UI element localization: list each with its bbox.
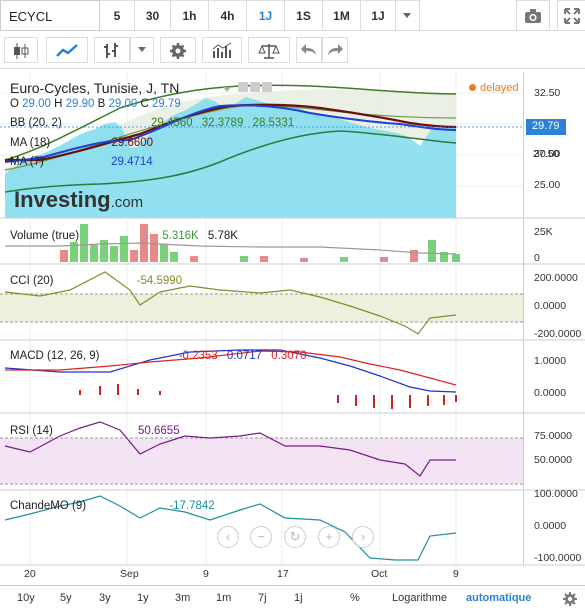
chandemo-label: ChandeMO (9) [10, 500, 87, 512]
rsi-band [0, 438, 523, 484]
rsi-legend[interactable]: RSI (14) 50.6655 [10, 425, 180, 437]
zoom-out-button[interactable]: − [250, 526, 272, 548]
close-value: 29.79 [152, 98, 181, 110]
volume-ma-value: 5.78K [207, 230, 238, 242]
range-7j[interactable]: 7j [258, 592, 267, 604]
volume-legend[interactable]: Volume (true) 5.316K 5.78K [10, 230, 238, 242]
range-1j[interactable]: 1j [294, 592, 303, 604]
chandemo-axis[interactable]: 100.0000 0.0000 -100.0000 [523, 488, 585, 565]
logo-text: Investing [14, 187, 111, 212]
volume-tick: 0 [534, 252, 540, 264]
x-axis-label: 17 [277, 568, 289, 580]
volume-value: 5.316K [162, 230, 199, 242]
price-tick: 27.50 [533, 148, 560, 160]
range-10y[interactable]: 10y [17, 592, 35, 604]
investing-logo: Investing.com [14, 187, 143, 213]
close-label: C [140, 98, 149, 110]
open-value: 29.00 [22, 98, 51, 110]
reset-button[interactable]: ↻ [284, 526, 306, 548]
x-axis-label: 20 [24, 568, 36, 580]
rsi-tick: 50.0000 [534, 454, 572, 466]
rsi-label: RSI (14) [10, 425, 53, 437]
chandemo-tick: 0.0000 [534, 520, 567, 532]
macd-histogram [79, 384, 457, 409]
ohlc-row: O 29.00 H 29.90 B 29.00 C 29.79 [10, 98, 181, 110]
range-1m[interactable]: 1m [216, 592, 231, 604]
pane-hide-icon[interactable] [262, 82, 272, 92]
bb-upper-value: 32.3789 [201, 117, 244, 129]
chandemo-legend[interactable]: ChandeMO (9) -17.7842 [10, 500, 215, 512]
scroll-left-button[interactable]: ‹ [217, 526, 239, 548]
range-bar: 10y 5y 3y 1y 3m 1m 7j 1j % Logarithme au… [0, 585, 585, 611]
high-label: H [54, 98, 63, 110]
range-5y[interactable]: 5y [60, 592, 72, 604]
macd-legend[interactable]: MACD (12, 26, 9) -0.2353 0.0717 0.3070 [10, 350, 306, 362]
bb-legend[interactable]: BB (20, 2) 29.4560 32.3789 28.5331 [10, 117, 294, 129]
ma7-legend[interactable]: MA (7) 29.4714 [10, 156, 153, 168]
cci-axis[interactable]: 200.0000 0.0000 -200.0000 [523, 264, 585, 340]
cci-band [0, 294, 523, 322]
chandemo-value: -17.7842 [169, 500, 215, 512]
zoom-in-button[interactable]: + [318, 526, 340, 548]
gear-icon[interactable] [562, 591, 578, 607]
delayed-dot-icon [469, 84, 476, 91]
macd-tick: 1.0000 [534, 355, 567, 367]
x-axis-label: Oct [371, 568, 388, 580]
macd-tick: 0.0000 [534, 387, 567, 399]
volume-axis[interactable]: 25K 0 [523, 218, 585, 264]
macd-histogram-value: -0.2353 [178, 350, 218, 362]
logo-suffix: .com [110, 194, 144, 211]
pane-close-icon[interactable] [250, 82, 260, 92]
open-label: O [10, 98, 19, 110]
chandemo-tick: 100.0000 [534, 488, 578, 500]
range-1y[interactable]: 1y [137, 592, 149, 604]
title-dropdown-icon[interactable] [222, 85, 234, 95]
macd-label: MACD (12, 26, 9) [10, 350, 100, 362]
cci-legend[interactable]: CCI (20) -54.5990 [10, 275, 182, 287]
x-axis-label: Sep [120, 568, 139, 580]
ma18-value: 29.6600 [111, 137, 154, 149]
scroll-right-button[interactable]: › [352, 526, 374, 548]
high-value: 29.90 [65, 98, 95, 110]
macd-value: 0.0717 [226, 350, 263, 362]
bb-lower-value: 28.5331 [252, 117, 295, 129]
rsi-tick: 75.0000 [534, 430, 572, 442]
ma18-legend[interactable]: MA (18) 29.6600 [10, 137, 153, 149]
low-value: 29.00 [108, 98, 138, 110]
volume-label: Volume (true) [10, 230, 80, 242]
cci-tick: 0.0000 [534, 300, 567, 312]
ma18-label: MA (18) [10, 137, 51, 149]
volume-tick: 25K [534, 226, 553, 238]
cci-tick: 200.0000 [534, 272, 578, 284]
percent-toggle[interactable]: % [350, 592, 360, 604]
cci-value: -54.5990 [136, 275, 183, 287]
ma7-value: 29.4714 [111, 156, 153, 168]
bb-middle-value: 29.4560 [150, 117, 193, 129]
current-price-tag: 29.79 [526, 119, 566, 135]
pane-settings-icon[interactable] [238, 82, 248, 92]
bb-label: BB (20, 2) [10, 117, 62, 129]
macd-signal-value: 0.3070 [271, 350, 307, 362]
x-axis-label: 9 [203, 568, 209, 580]
chandemo-tick: -100.0000 [534, 552, 582, 564]
instrument-title: Euro-Cycles, Tunisie, J, TN [10, 80, 180, 96]
cci-tick: -200.0000 [534, 328, 582, 340]
x-axis-label: 9 [453, 568, 459, 580]
cci-label: CCI (20) [10, 275, 54, 287]
macd-axis[interactable]: 1.0000 0.0000 [523, 340, 585, 413]
delayed-label: delayed [480, 82, 519, 94]
auto-toggle[interactable]: automatique [466, 592, 531, 604]
price-axis-extra: 27.50 [523, 72, 585, 218]
low-label: B [97, 98, 106, 110]
ma7-label: MA (7) [10, 156, 44, 168]
rsi-value: 50.6655 [138, 425, 180, 437]
rsi-axis[interactable]: 75.0000 50.0000 [523, 413, 585, 490]
range-3y[interactable]: 3y [99, 592, 111, 604]
log-toggle[interactable]: Logarithme [392, 592, 447, 604]
delayed-badge: delayed [469, 82, 519, 94]
range-3m[interactable]: 3m [175, 592, 190, 604]
